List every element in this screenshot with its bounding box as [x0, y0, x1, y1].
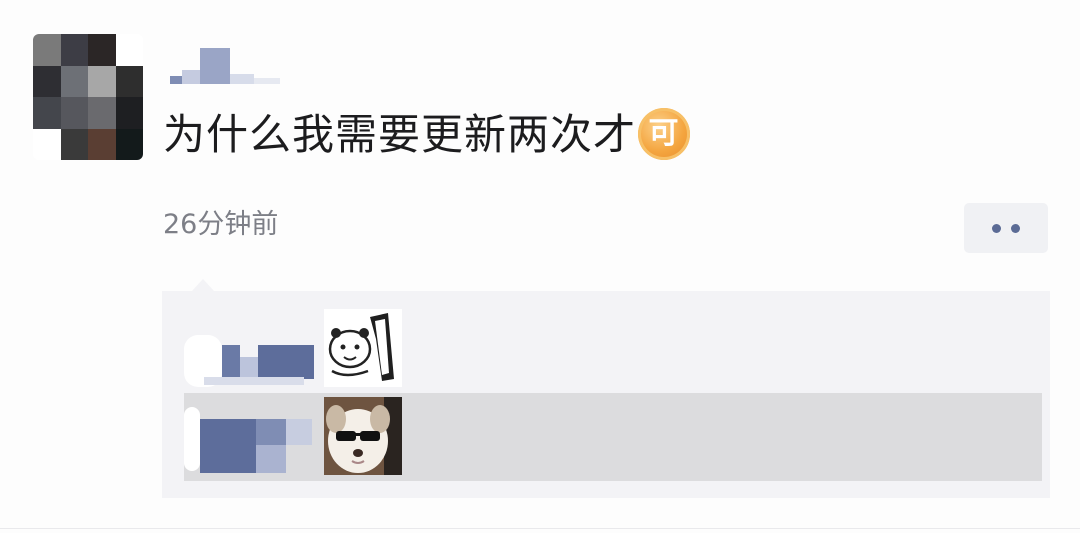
- comment-section: [162, 291, 1050, 498]
- more-button[interactable]: [964, 203, 1048, 253]
- comment-row[interactable]: [184, 305, 1042, 393]
- panda-meme-icon: [324, 309, 402, 387]
- panda-meme-sticker[interactable]: [324, 309, 402, 387]
- commenter-name[interactable]: [184, 393, 319, 481]
- more-dots-icon: [992, 223, 1001, 233]
- sunglasses-dog-sticker[interactable]: [324, 397, 402, 475]
- comment-row[interactable]: [184, 393, 1042, 481]
- commenter-name[interactable]: [184, 305, 319, 393]
- emoji-label: 可: [648, 115, 680, 151]
- ke-emoji-icon: 可: [638, 107, 691, 160]
- avatar[interactable]: [33, 34, 143, 160]
- comment-caret: [192, 279, 214, 291]
- timestamp: 26分钟前: [163, 209, 279, 240]
- post-text-content: 为什么我需要更新两次才: [163, 110, 637, 159]
- username[interactable]: [170, 48, 285, 86]
- moments-post: 为什么我需要更新两次才可 26分钟前: [0, 0, 1080, 533]
- divider: [0, 528, 1080, 529]
- more-dots-icon: [1011, 223, 1020, 233]
- post-text: 为什么我需要更新两次才可: [163, 105, 691, 165]
- sunglasses-dog-icon: [324, 397, 402, 475]
